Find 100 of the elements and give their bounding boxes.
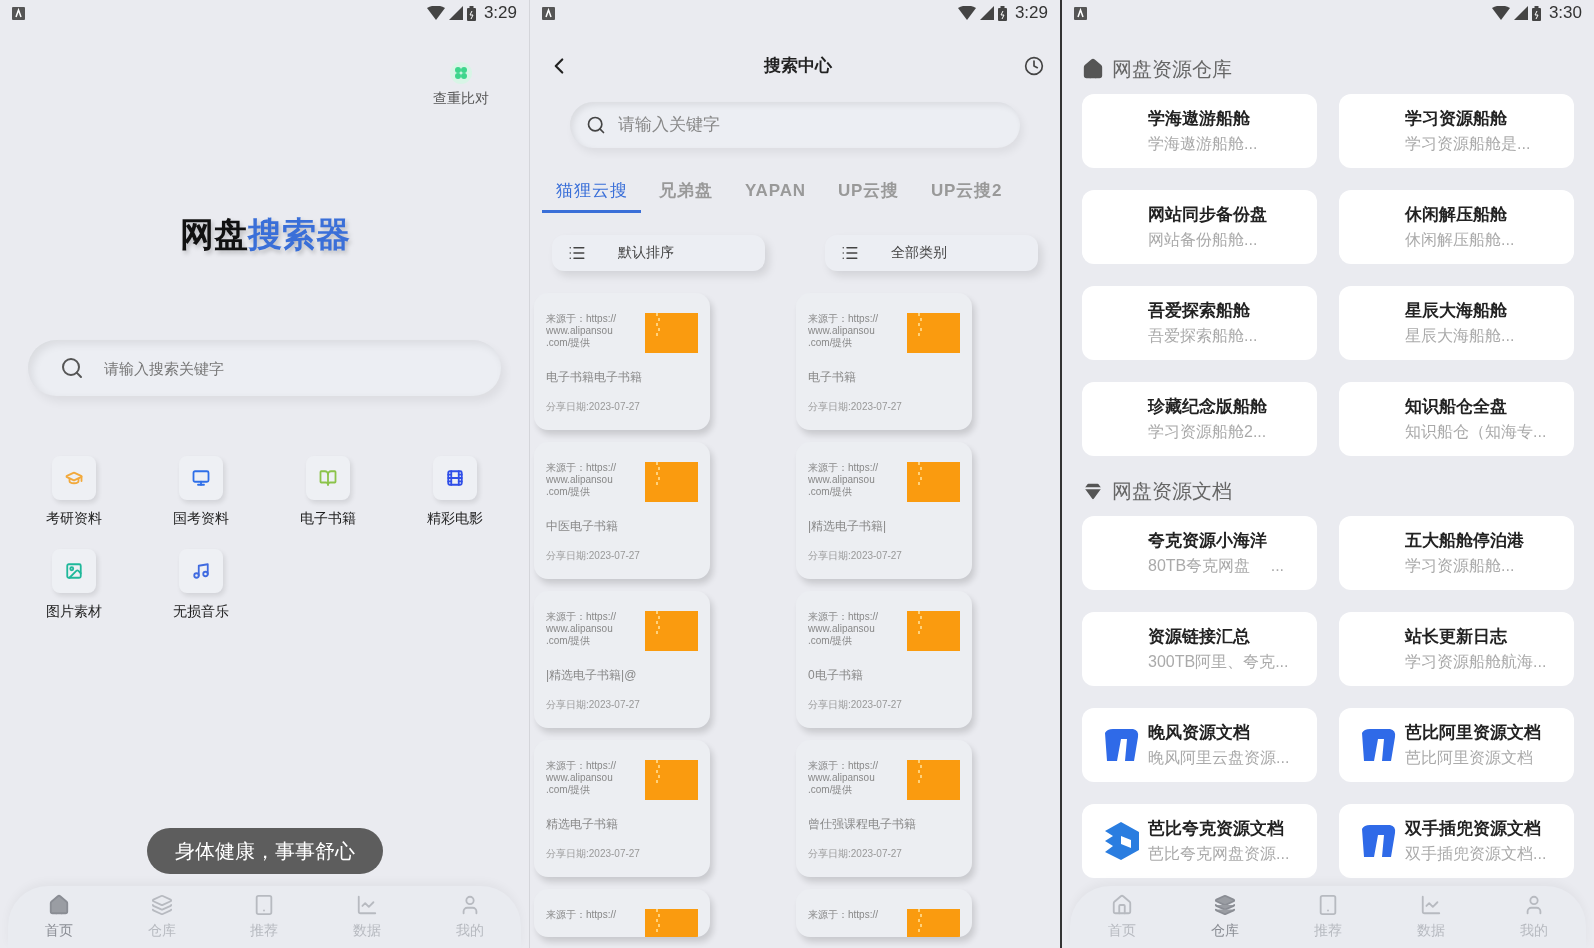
category-tile[interactable]: 国考资料 xyxy=(137,456,265,529)
resource-card[interactable]: 休闲解压船舱 休闲解压船舱... xyxy=(1339,190,1574,264)
source-text: 来源于：https:// xyxy=(808,461,878,474)
card-description: 知识船仓（知海专... xyxy=(1405,421,1547,442)
source-text: www.alipansou xyxy=(546,324,614,337)
resource-card[interactable]: 网站同步备份盘 网站备份船舱... xyxy=(1082,190,1317,264)
card-description: 80TB夸克网盘 ... xyxy=(1148,555,1285,576)
card-description: 网站备份船舱... xyxy=(1148,229,1259,250)
source-text: 来源于：https:// xyxy=(546,461,616,474)
notification-icon xyxy=(12,6,25,20)
share-date: 分享日期:2023-07-27 xyxy=(808,399,903,414)
source-text: www.alipansou xyxy=(808,771,876,784)
search-field[interactable]: 请输入关键字 xyxy=(570,102,1020,148)
source-text: .com/提供 xyxy=(546,485,592,498)
signal-icon xyxy=(979,6,994,20)
source-text: .com/提供 xyxy=(546,634,592,647)
resource-card[interactable]: 站长更新日志 学习资源船舱航海... xyxy=(1339,612,1574,686)
card-title: 网站同步备份盘 xyxy=(1148,204,1267,227)
result-title: 电子书籍 xyxy=(808,368,857,386)
house-icon xyxy=(1082,58,1104,80)
card-title: 学海遨游船舱 xyxy=(1148,108,1251,131)
filter-button[interactable]: 全部类别 xyxy=(825,234,1038,271)
card-description: 学海遨游船舱... xyxy=(1148,133,1258,154)
resource-card[interactable]: 吾爱探索船舱 吾爱探索船舱... xyxy=(1082,286,1317,360)
card-description: 300TB阿里、夸克... xyxy=(1148,651,1289,672)
app-title: 网盘 xyxy=(179,214,248,255)
category-tile[interactable]: 精彩电影 xyxy=(391,456,519,529)
source-text: 来源于：https:// xyxy=(546,759,616,772)
card-title: 学习资源船舱 xyxy=(1405,108,1508,131)
resource-card[interactable]: 芭比夸克资源文档 芭比夸克网盘资源... xyxy=(1082,804,1317,878)
result-title: 精选电子书籍 xyxy=(546,815,619,833)
zip-thumbnail xyxy=(907,759,960,800)
category-tile[interactable]: 图片素材 xyxy=(10,549,138,622)
category-tile[interactable]: 无损音乐 xyxy=(137,549,265,622)
status-time: 3:30 xyxy=(1548,2,1582,25)
source-text: 来源于：https:// xyxy=(808,759,878,772)
zip-thumbnail xyxy=(907,461,960,502)
category-tile[interactable]: 电子书籍 xyxy=(264,456,392,529)
zip-thumbnail xyxy=(645,759,698,800)
card-description: 学习资源船舱航海... xyxy=(1405,651,1547,672)
signal-icon xyxy=(448,6,463,20)
chart-icon xyxy=(1420,893,1443,916)
source-tab[interactable]: 猫狸云搜 xyxy=(542,178,642,213)
compare-button[interactable]: 查重比对 xyxy=(433,62,489,109)
zip-thumbnail xyxy=(645,312,698,353)
resource-card[interactable]: 资源链接汇总 300TB阿里、夸克... xyxy=(1082,612,1317,686)
result-title: 曾仕强课程电子书籍 xyxy=(808,815,917,833)
card-title: 知识船仓全盘 xyxy=(1405,396,1508,419)
search-icon xyxy=(586,115,606,135)
zip-thumbnail xyxy=(907,610,960,651)
card-description: 芭比夸克网盘资源... xyxy=(1148,843,1290,864)
card-description: 吾爱探索船舱... xyxy=(1148,325,1258,346)
source-text: .com/提供 xyxy=(808,485,854,498)
section-title: 网盘资源文档 xyxy=(1112,479,1232,504)
source-text: 来源于：https:// xyxy=(546,908,616,921)
source-text: 来源于：https:// xyxy=(546,610,616,623)
house-icon xyxy=(48,893,71,916)
card-description: 学习资源船舱... xyxy=(1405,555,1516,576)
share-date: 分享日期:2023-07-27 xyxy=(808,846,903,861)
result-title: 0电子书籍 xyxy=(808,666,864,684)
chart-icon xyxy=(356,893,379,916)
card-title: 站长更新日志 xyxy=(1405,626,1508,649)
resource-card[interactable]: 芭比阿里资源文档 芭比阿里资源文档 xyxy=(1339,708,1574,782)
card-title: 双手插兜资源文档 xyxy=(1405,818,1542,841)
card-description: 休闲解压船舱... xyxy=(1405,229,1515,250)
battery-icon xyxy=(1531,5,1541,21)
history-icon[interactable] xyxy=(1024,56,1044,76)
resource-card[interactable]: 五大船舱停泊港 学习资源船舱... xyxy=(1339,516,1574,590)
resource-card[interactable]: 学习资源船舱 学习资源船舱是... xyxy=(1339,94,1574,168)
resource-card[interactable]: 双手插兜资源文档 双手插兜资源文档... xyxy=(1339,804,1574,878)
resource-card[interactable]: 珍藏纪念版船舱 学习资源船舱2... xyxy=(1082,382,1317,456)
resource-card[interactable]: 晚风资源文档 晚风阿里云盘资源... xyxy=(1082,708,1317,782)
result-title: |精选电子书籍|@ xyxy=(546,666,638,684)
wifi-icon xyxy=(426,6,445,20)
share-date: 分享日期:2023-07-27 xyxy=(808,697,903,712)
card-title: 休闲解压船舱 xyxy=(1405,204,1508,227)
category-tile[interactable]: 考研资料 xyxy=(10,456,138,529)
wifi-icon xyxy=(1491,6,1510,20)
share-date: 分享日期:2023-07-27 xyxy=(546,846,641,861)
resource-card[interactable]: 夸克资源小海洋 80TB夸克网盘 ... xyxy=(1082,516,1317,590)
resource-card[interactable]: 学海遨游船舱 学海遨游船舱... xyxy=(1082,94,1317,168)
wifi-icon xyxy=(957,6,976,20)
card-description: 学习资源船舱是... xyxy=(1405,133,1531,154)
zip-thumbnail xyxy=(645,610,698,651)
source-text: .com/提供 xyxy=(546,336,592,349)
card-title: 五大船舱停泊港 xyxy=(1405,530,1524,553)
layers-icon xyxy=(1213,893,1236,916)
resource-card[interactable]: 知识船仓全盘 知识船仓（知海专... xyxy=(1339,382,1574,456)
search-field[interactable]: 请输入搜索关键字 xyxy=(28,340,501,396)
filter-button[interactable]: 默认排序 xyxy=(552,234,765,271)
resource-card[interactable]: 星辰大海船舱 星辰大海船舱... xyxy=(1339,286,1574,360)
card-description: 双手插兜资源文档... xyxy=(1405,843,1547,864)
source-text: 来源于：https:// xyxy=(808,312,878,325)
source-text: www.alipansou xyxy=(546,771,614,784)
zip-thumbnail xyxy=(907,312,960,353)
card-title: 吾爱探索船舱 xyxy=(1148,300,1251,323)
cube-logo-icon xyxy=(1103,822,1139,860)
source-text: 来源于：https:// xyxy=(808,908,878,921)
toast-message: 身体健康，事事舒心 xyxy=(146,828,383,874)
source-text: .com/提供 xyxy=(808,634,854,647)
